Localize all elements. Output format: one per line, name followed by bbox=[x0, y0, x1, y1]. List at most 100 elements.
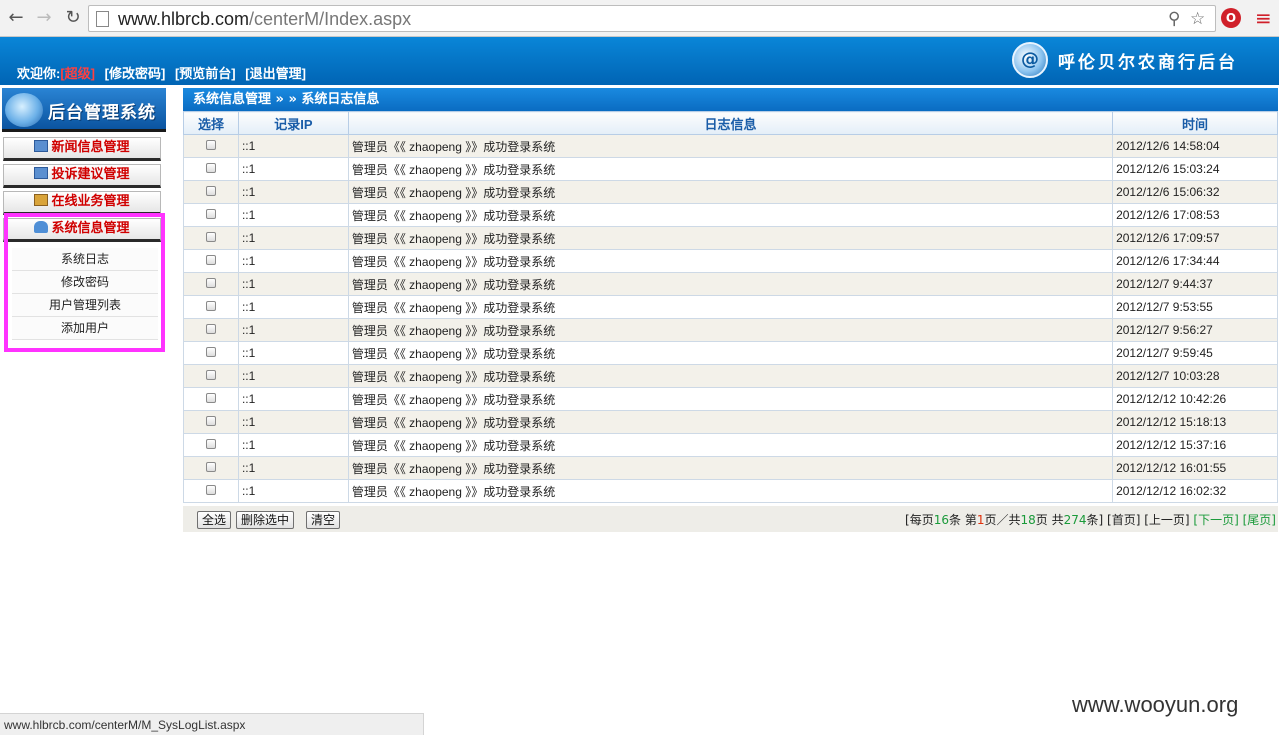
row-checkbox[interactable] bbox=[205, 255, 216, 265]
row-select-cell bbox=[183, 364, 239, 388]
first-page-link[interactable]: [首页] bbox=[1107, 513, 1140, 527]
row-time: 2012/12/6 15:06:32 bbox=[1112, 180, 1278, 204]
welcome-bar: 欢迎你:[超级] [修改密码] [预览前台] [退出管理] bbox=[17, 63, 306, 82]
row-message: 管理员《《 zhaopeng 》》成功登录系统 bbox=[347, 203, 1114, 227]
row-select-cell bbox=[183, 157, 239, 181]
row-select-cell bbox=[183, 249, 239, 273]
table-footer: 全选 删除选中 清空 [每页16条 第1页／共18页 共274条] [首页] [… bbox=[183, 506, 1278, 532]
clear-button[interactable]: 清空 bbox=[306, 511, 341, 529]
row-ip: ::1 bbox=[237, 387, 349, 411]
row-time: 2012/12/6 17:34:44 bbox=[1112, 249, 1278, 273]
row-time: 2012/12/6 17:09:57 bbox=[1112, 226, 1278, 250]
table-row: ::1 管理员《《 zhaopeng 》》成功登录系统 2012/12/12 15:… bbox=[183, 410, 1278, 434]
row-checkbox[interactable] bbox=[205, 163, 216, 173]
row-select-cell bbox=[183, 387, 239, 411]
address-url[interactable]: www.hlbrcb.com/centerM/Index.aspx bbox=[118, 9, 411, 30]
page-icon bbox=[96, 11, 109, 27]
row-checkbox[interactable] bbox=[205, 439, 216, 449]
row-time: 2012/12/12 16:01:55 bbox=[1112, 456, 1278, 480]
prev-page-link[interactable]: [上一页] bbox=[1144, 513, 1189, 527]
row-ip: ::1 bbox=[237, 410, 349, 434]
globe-icon bbox=[5, 93, 43, 127]
row-select-cell bbox=[183, 203, 239, 227]
row-ip: ::1 bbox=[237, 456, 349, 480]
row-message: 管理员《《 zhaopeng 》》成功登录系统 bbox=[347, 134, 1114, 158]
next-page-link[interactable]: [下一页] bbox=[1193, 513, 1238, 527]
row-checkbox[interactable] bbox=[205, 462, 216, 472]
breadcrumb: 系统信息管理 » » 系统日志信息 bbox=[183, 88, 1278, 111]
row-message: 管理员《《 zhaopeng 》》成功登录系统 bbox=[347, 318, 1114, 342]
browser-status-bar: www.hlbrcb.com/centerM/M_SysLogList.aspx bbox=[0, 713, 424, 735]
menu-complaints[interactable]: 投诉建议管理 bbox=[3, 164, 161, 188]
row-ip: ::1 bbox=[237, 479, 349, 503]
row-checkbox[interactable] bbox=[205, 347, 216, 357]
row-checkbox[interactable] bbox=[205, 301, 216, 311]
row-ip: ::1 bbox=[237, 134, 349, 158]
delete-selected-button[interactable]: 删除选中 bbox=[236, 511, 295, 529]
row-message: 管理员《《 zhaopeng 》》成功登录系统 bbox=[347, 249, 1114, 273]
row-time: 2012/12/6 15:03:24 bbox=[1112, 157, 1278, 181]
row-checkbox[interactable] bbox=[205, 393, 216, 403]
row-checkbox[interactable] bbox=[205, 278, 216, 288]
table-row: ::1 管理员《《 zhaopeng 》》成功登录系统 2012/12/12 16:… bbox=[183, 456, 1278, 480]
table-row: ::1 管理员《《 zhaopeng 》》成功登录系统 2012/12/7 9:53… bbox=[183, 295, 1278, 319]
row-select-cell bbox=[183, 226, 239, 250]
browser-toolbar: ← → ↻ www.hlbrcb.com/centerM/Index.aspx … bbox=[0, 0, 1279, 37]
news-icon bbox=[34, 140, 49, 152]
col-header-message: 日志信息 bbox=[347, 111, 1114, 135]
table-row: ::1 管理员《《 zhaopeng 》》成功登录系统 2012/12/7 9:56… bbox=[183, 318, 1278, 342]
row-checkbox[interactable] bbox=[205, 140, 216, 150]
row-select-cell bbox=[183, 180, 239, 204]
zoom-icon[interactable]: ⚲ bbox=[1168, 9, 1180, 29]
table-row: ::1 管理员《《 zhaopeng 》》成功登录系统 2012/12/12 15:… bbox=[183, 433, 1278, 457]
row-select-cell bbox=[183, 134, 239, 158]
row-select-cell bbox=[183, 456, 239, 480]
row-time: 2012/12/6 17:08:53 bbox=[1112, 203, 1278, 227]
menu-news[interactable]: 新闻信息管理 bbox=[3, 137, 161, 161]
row-message: 管理员《《 zhaopeng 》》成功登录系统 bbox=[347, 272, 1114, 296]
reload-icon[interactable]: ↻ bbox=[63, 8, 83, 28]
bank-logo-icon: @ bbox=[1012, 42, 1048, 78]
username: [超级] bbox=[60, 66, 96, 81]
table-row: ::1 管理员《《 zhaopeng 》》成功登录系统 2012/12/6 15:0… bbox=[183, 157, 1278, 181]
logout-link[interactable]: [退出管理] bbox=[245, 66, 306, 81]
row-ip: ::1 bbox=[237, 295, 349, 319]
row-select-cell bbox=[183, 318, 239, 342]
col-header-select: 选择 bbox=[183, 111, 239, 135]
table-row: ::1 管理员《《 zhaopeng 》》成功登录系统 2012/12/6 17:3… bbox=[183, 249, 1278, 273]
row-ip: ::1 bbox=[237, 226, 349, 250]
row-message: 管理员《《 zhaopeng 》》成功登录系统 bbox=[347, 295, 1114, 319]
row-checkbox[interactable] bbox=[205, 232, 216, 242]
row-checkbox[interactable] bbox=[205, 416, 216, 426]
row-time: 2012/12/12 15:18:13 bbox=[1112, 410, 1278, 434]
extension-icon[interactable]: O bbox=[1221, 8, 1241, 28]
row-checkbox[interactable] bbox=[205, 186, 216, 196]
last-page-link[interactable]: [尾页] bbox=[1243, 513, 1276, 527]
row-checkbox[interactable] bbox=[205, 209, 216, 219]
row-checkbox[interactable] bbox=[205, 485, 216, 495]
table-row: ::1 管理员《《 zhaopeng 》》成功登录系统 2012/12/7 9:44… bbox=[183, 272, 1278, 296]
preview-site-link[interactable]: [预览前台] bbox=[175, 66, 236, 81]
back-arrow-icon[interactable]: ← bbox=[6, 8, 26, 28]
log-table: 选择 记录IP 日志信息 时间 ::1 管理员《《 zhaopeng 》》成功登录… bbox=[183, 111, 1278, 503]
row-select-cell bbox=[183, 272, 239, 296]
browser-menu-icon[interactable]: ≡ bbox=[1255, 6, 1272, 30]
row-ip: ::1 bbox=[237, 433, 349, 457]
row-time: 2012/12/12 16:02:32 bbox=[1112, 479, 1278, 503]
forward-arrow-icon[interactable]: → bbox=[34, 8, 54, 28]
row-message: 管理员《《 zhaopeng 》》成功登录系统 bbox=[347, 157, 1114, 181]
row-ip: ::1 bbox=[237, 180, 349, 204]
change-password-link[interactable]: [修改密码] bbox=[105, 66, 166, 81]
row-time: 2012/12/7 9:44:37 bbox=[1112, 272, 1278, 296]
address-bar[interactable]: www.hlbrcb.com/centerM/Index.aspx ⚲ ☆ bbox=[88, 5, 1216, 32]
row-ip: ::1 bbox=[237, 157, 349, 181]
row-time: 2012/12/6 14:58:04 bbox=[1112, 134, 1278, 158]
menu-online-business[interactable]: 在线业务管理 bbox=[3, 191, 161, 215]
row-checkbox[interactable] bbox=[205, 370, 216, 380]
row-checkbox[interactable] bbox=[205, 324, 216, 334]
bookmark-star-icon[interactable]: ☆ bbox=[1190, 9, 1205, 29]
select-all-button[interactable]: 全选 bbox=[197, 511, 232, 529]
total-pages: 18 bbox=[1020, 513, 1036, 527]
row-message: 管理员《《 zhaopeng 》》成功登录系统 bbox=[347, 479, 1114, 503]
highlight-annotation bbox=[4, 213, 165, 352]
